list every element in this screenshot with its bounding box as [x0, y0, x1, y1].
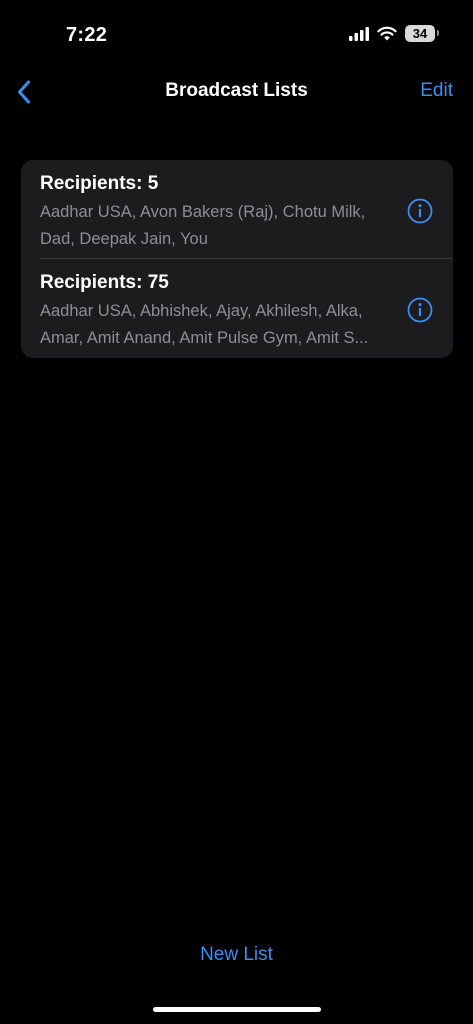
list-recipients-title: Recipients: 75 [40, 272, 169, 293]
battery-icon: 34 [405, 25, 439, 42]
page-title: Broadcast Lists [165, 80, 308, 101]
wifi-icon [377, 26, 397, 41]
navigation-bar: Broadcast Lists Edit [0, 70, 473, 114]
list-recipients-title: Recipients: 5 [40, 173, 159, 194]
broadcast-list-item[interactable]: Recipients: 5 Aadhar USA, Avon Bakers (R… [21, 160, 453, 259]
edit-button[interactable]: Edit [420, 80, 453, 102]
home-indicator[interactable] [153, 1007, 321, 1012]
status-bar: 7:22 34 [0, 0, 473, 60]
broadcast-lists-card: Recipients: 5 Aadhar USA, Avon Bakers (R… [21, 160, 453, 358]
info-circle-icon[interactable] [407, 198, 433, 224]
list-recipients-names: Aadhar USA, Abhishek, Ajay, Akhilesh, Al… [40, 302, 369, 347]
list-recipients-names: Aadhar USA, Avon Bakers (Raj), Chotu Mil… [40, 203, 366, 248]
new-list-button[interactable]: New List [0, 944, 473, 966]
status-icons: 34 [349, 25, 439, 42]
info-circle-icon[interactable] [407, 297, 433, 323]
status-time: 7:22 [66, 24, 108, 46]
cellular-signal-icon [349, 26, 369, 41]
broadcast-list-item[interactable]: Recipients: 75 Aadhar USA, Abhishek, Aja… [21, 259, 453, 358]
battery-level: 34 [412, 26, 428, 41]
